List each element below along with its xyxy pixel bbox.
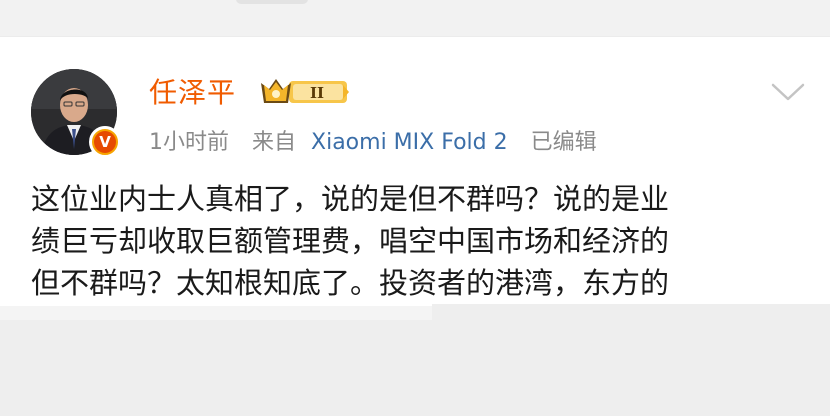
- chevron-down-icon[interactable]: [770, 75, 806, 105]
- username[interactable]: 任泽平: [149, 71, 236, 111]
- post-line: 但不群吗？太知根知底了。投资者的港湾，东方的: [31, 266, 670, 300]
- post-meta: 1小时前 来自 Xiaomi MIX Fold 2 已编辑: [149, 124, 613, 156]
- lower-panel-edge: [0, 306, 432, 320]
- post-source-prefix: 来自: [252, 130, 297, 155]
- post-line: 绩巨亏却收取巨额管理费，唱空中国市场和经济的: [31, 224, 670, 258]
- verified-badge-icon: V: [89, 126, 121, 158]
- top-strip: [0, 0, 830, 12]
- lower-panel-left: [0, 320, 432, 416]
- verified-badge-text: V: [94, 131, 116, 153]
- top-pill: [236, 0, 308, 4]
- post-time: 1小时前: [149, 130, 229, 155]
- post-edited-label[interactable]: 已编辑: [531, 130, 597, 155]
- crown-icon[interactable]: II: [259, 73, 351, 109]
- post-device-link[interactable]: Xiaomi MIX Fold 2: [311, 130, 508, 155]
- post-line: 这位业内士人真相了，说的是但不群吗？说的是业: [31, 182, 670, 216]
- rank-badge-text: II: [310, 84, 324, 102]
- post-body[interactable]: 这位业内士人真相了，说的是但不群吗？说的是业 绩巨亏却收取巨额管理费，唱空中国市…: [31, 178, 806, 306]
- weibo-post-card: V 任泽平 II 1小时前 来自 Xiaomi MIX Fold 2 已编辑 这…: [0, 36, 830, 307]
- lower-panel-right: [432, 304, 830, 416]
